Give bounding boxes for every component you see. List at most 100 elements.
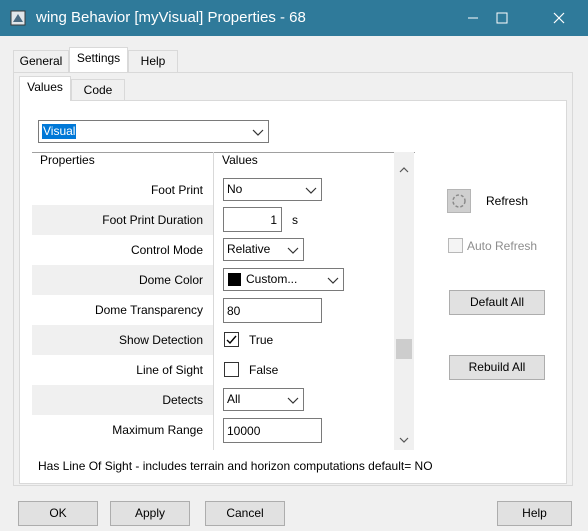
tab-values[interactable]: Values — [19, 76, 71, 101]
apply-button[interactable]: Apply — [110, 501, 190, 526]
refresh-icon — [452, 194, 466, 208]
grid-row-control-mode: Control Mode Relative — [32, 235, 394, 265]
category-select[interactable]: Visual — [38, 120, 269, 143]
color-swatch — [228, 273, 241, 286]
tab-settings[interactable]: Settings — [69, 47, 128, 72]
category-select-value: Visual — [42, 124, 77, 139]
auto-refresh-checkbox[interactable] — [448, 238, 463, 253]
row-value-cell: 10000 — [214, 415, 394, 445]
status-description: Has Line Of Sight - includes terrain and… — [38, 459, 433, 473]
row-label-cell: Control Mode — [32, 235, 213, 265]
row-label: Line of Sight — [136, 363, 203, 377]
apply-label: Apply — [134, 506, 166, 520]
tab-code[interactable]: Code — [71, 79, 125, 101]
detects-select[interactable]: All — [223, 388, 304, 411]
row-label-cell: Detects — [32, 385, 213, 415]
tab-label: Settings — [76, 51, 121, 65]
grid-row-show-detection: Show Detection True — [32, 325, 394, 355]
dome-color-value: Custom... — [246, 272, 298, 286]
foot-print-duration-input[interactable]: 1 — [223, 207, 282, 232]
show-detection-value: True — [249, 333, 274, 347]
row-label-cell: Foot Print — [32, 175, 213, 205]
row-label-cell: Foot Print Duration — [32, 205, 213, 235]
chevron-down-icon — [252, 129, 264, 136]
ok-button[interactable]: OK — [18, 501, 98, 526]
grid-scrollbar[interactable] — [394, 152, 414, 450]
row-label: Detects — [162, 393, 203, 407]
rebuild-all-button[interactable]: Rebuild All — [449, 355, 545, 380]
grid-row-maximum-range: Maximum Range 10000 — [32, 415, 394, 445]
dome-transparency-input[interactable]: 80 — [223, 298, 322, 323]
row-label: Foot Print Duration — [102, 213, 203, 227]
foot-print-select[interactable]: No — [223, 178, 322, 201]
property-grid: Properties Values Foot Print No Foot Pri… — [32, 152, 415, 450]
close-icon — [553, 12, 565, 24]
row-label-cell: Show Detection — [32, 325, 213, 355]
row-label-cell: Maximum Range — [32, 415, 213, 445]
control-mode-value: Relative — [227, 242, 271, 256]
dome-color-select[interactable]: Custom... — [223, 268, 344, 291]
tab-label: Values — [27, 80, 63, 94]
refresh-label[interactable]: Refresh — [486, 194, 528, 208]
row-label: Dome Transparency — [94, 303, 203, 317]
foot-print-value: No — [227, 182, 243, 196]
row-value-cell: True — [214, 325, 394, 355]
row-label: Foot Print — [150, 183, 203, 197]
cancel-button[interactable]: Cancel — [205, 501, 285, 526]
chevron-down-icon — [305, 187, 317, 194]
default-all-button[interactable]: Default All — [449, 290, 545, 315]
scroll-down-icon[interactable] — [399, 436, 409, 444]
duration-unit: s — [292, 213, 298, 227]
rebuild-all-label: Rebuild All — [468, 360, 526, 374]
app-icon — [10, 10, 26, 26]
chevron-down-icon — [327, 277, 339, 284]
chevron-down-icon — [287, 247, 299, 254]
main-tab-strip: General Settings Help — [13, 47, 193, 72]
title-bar: wing Behavior [myVisual] Properties - 68 — [0, 0, 588, 36]
auto-refresh-label: Auto Refresh — [467, 239, 538, 253]
tab-general[interactable]: General — [13, 50, 69, 72]
detects-value: All — [227, 392, 241, 406]
scroll-up-icon[interactable] — [399, 166, 409, 174]
row-label: Control Mode — [130, 243, 203, 257]
grid-row-dome-transparency: Dome Transparency 80 — [32, 295, 394, 325]
row-label-cell: Dome Transparency — [32, 295, 213, 325]
refresh-button[interactable] — [447, 189, 471, 213]
maximize-button[interactable] — [479, 0, 525, 36]
grid-row-detects: Detects All — [32, 385, 394, 415]
row-value-cell: All — [214, 385, 394, 415]
maximum-range-input[interactable]: 10000 — [223, 418, 322, 443]
grid-row-line-of-sight: Line of Sight False — [32, 355, 394, 385]
dome-transparency-value: 80 — [227, 304, 241, 318]
row-value-cell: False — [214, 355, 394, 385]
row-label-cell: Dome Color — [32, 265, 213, 295]
checkmark-icon — [226, 335, 237, 345]
row-value-cell: 1 s — [214, 205, 394, 235]
row-label: Dome Color — [138, 273, 203, 287]
help-label: Help — [522, 506, 547, 520]
window-title: wing Behavior [myVisual] Properties - 68 — [36, 9, 306, 26]
row-label: Show Detection — [118, 333, 203, 347]
properties-header: Properties — [40, 153, 95, 167]
cancel-label: Cancel — [226, 506, 264, 520]
foot-print-duration-value: 1 — [270, 213, 277, 227]
row-label: Maximum Range — [112, 423, 203, 437]
row-label-cell: Line of Sight — [32, 355, 213, 385]
tab-label: Code — [83, 83, 113, 97]
row-value-cell: Relative — [214, 235, 394, 265]
help-button[interactable]: Help — [497, 501, 572, 526]
sub-tab-strip: Values Code — [19, 76, 139, 101]
row-value-cell: 80 — [214, 295, 394, 325]
maximize-icon — [496, 12, 508, 24]
line-of-sight-checkbox[interactable] — [224, 362, 239, 377]
tab-label: Help — [140, 54, 166, 68]
close-button[interactable] — [536, 0, 582, 36]
tab-help[interactable]: Help — [128, 50, 178, 72]
default-all-label: Default All — [469, 295, 525, 309]
row-value-cell: Custom... — [214, 265, 394, 295]
ok-label: OK — [49, 506, 67, 520]
scrollbar-thumb[interactable] — [396, 339, 412, 359]
control-mode-select[interactable]: Relative — [223, 238, 304, 261]
tab-label: General — [19, 54, 63, 68]
show-detection-checkbox[interactable] — [224, 332, 239, 347]
